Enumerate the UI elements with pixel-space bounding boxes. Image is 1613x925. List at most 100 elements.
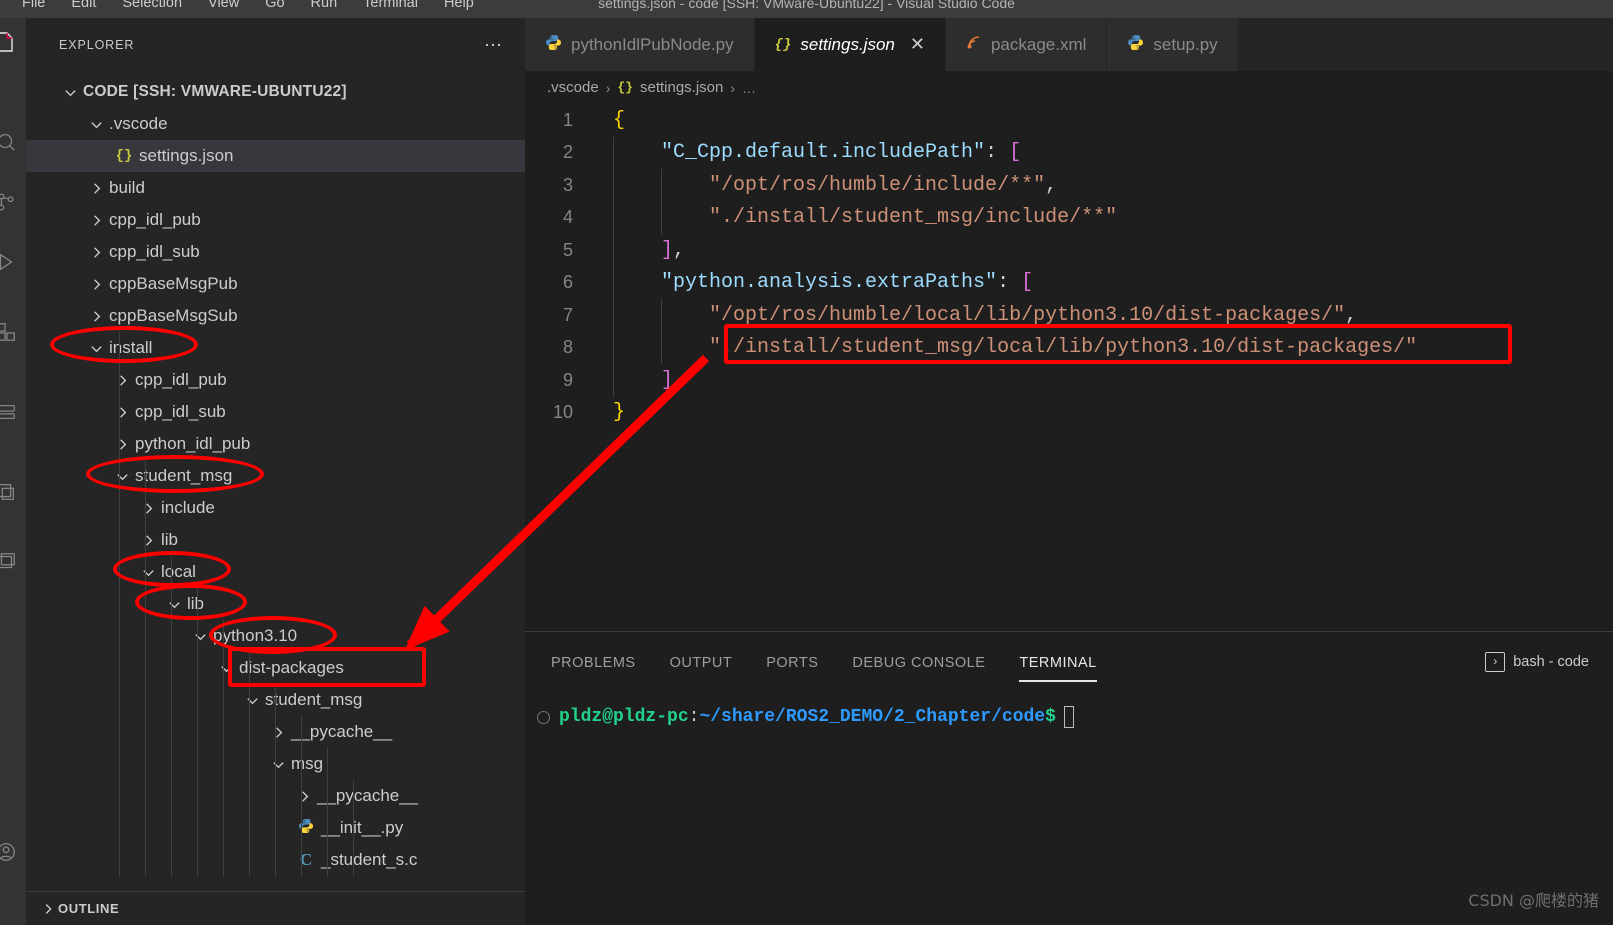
breadcrumb-separator-icon-2: ›	[730, 79, 736, 96]
close-icon[interactable]: ✕	[910, 34, 925, 55]
panel-tab-bar[interactable]: PROBLEMS OUTPUT PORTS DEBUG CONSOLE TERMINAL	[525, 646, 1613, 686]
tree-item-python3-10[interactable]: python3.10	[26, 620, 525, 652]
file-tree[interactable]: CODE [SSH: VMWARE-UBUNTU22] .vscode {} sett…	[26, 76, 525, 876]
editor-tab-bar[interactable]: pythonIdlPubNode.py {} settings.json ✕ packa…	[525, 18, 1613, 71]
terminal-body[interactable]: pldz@pldz-pc : ~/share/ROS2_DEMO/2_Chapt…	[525, 694, 1613, 925]
breadcrumb-separator-icon: ›	[605, 79, 611, 96]
chevron-down-icon[interactable]	[87, 339, 105, 357]
source-control-icon[interactable]	[0, 184, 24, 220]
chevron-right-icon[interactable]	[87, 179, 105, 197]
chevron-right-icon[interactable]	[269, 723, 287, 741]
breadcrumb[interactable]: .vscode › {} settings.json › …	[525, 71, 1613, 104]
xml-file-icon	[966, 34, 982, 55]
explorer-icon[interactable]	[0, 24, 24, 60]
editor-tab-settings-json[interactable]: {} settings.json ✕	[754, 18, 946, 71]
tree-item-cppbasemsgpub[interactable]: cppBaseMsgPub	[26, 268, 525, 300]
explorer-title: EXPLORER	[59, 38, 135, 52]
chevron-down-icon[interactable]	[61, 83, 79, 101]
chevron-down-icon[interactable]	[139, 563, 157, 581]
line-content: "/opt/ros/humble/local/lib/python3.10/di…	[597, 304, 1357, 327]
bottom-panel: PROBLEMS OUTPUT PORTS DEBUG CONSOLE TERMINAL…	[525, 632, 1613, 925]
line-number: 6	[562, 272, 573, 293]
chevron-down-icon[interactable]	[191, 627, 209, 645]
code-line[interactable]: 10}	[525, 397, 1613, 430]
chevron-right-icon[interactable]	[295, 787, 313, 805]
tree-item-label: dist-packages	[239, 658, 344, 677]
chevron-right-icon[interactable]	[139, 531, 157, 549]
panel-tab-ports[interactable]: PORTS	[766, 655, 818, 678]
breadcrumb-ellipsis[interactable]: …	[742, 80, 756, 96]
editor-tab-setup-py[interactable]: setup.py	[1107, 18, 1239, 71]
code-editor[interactable]: 1{2 "C_Cpp.default.includePath": [3 "/op…	[525, 104, 1613, 631]
testing-icon[interactable]	[0, 474, 24, 510]
tree-item-local[interactable]: local	[26, 556, 525, 588]
docker-icon[interactable]	[0, 544, 24, 580]
chevron-right-icon[interactable]	[113, 371, 131, 389]
terminal-shell-selector[interactable]: › bash - code	[1485, 652, 1589, 672]
explorer-header: EXPLORER ⋯	[26, 28, 525, 62]
code-line[interactable]: 1{	[525, 104, 1613, 137]
code-line[interactable]: 4 "./install/student_msg/include/**"	[525, 201, 1613, 234]
chevron-down-icon[interactable]	[113, 467, 131, 485]
chevron-down-icon[interactable]	[269, 755, 287, 773]
tree-item-settings-json[interactable]: {} settings.json	[26, 140, 525, 172]
breadcrumb-file[interactable]: settings.json	[640, 79, 723, 96]
code-line[interactable]: 3 "/opt/ros/humble/include/**",	[525, 169, 1613, 202]
chevron-down-icon[interactable]	[165, 595, 183, 613]
code-line[interactable]: 5 ],	[525, 234, 1613, 267]
code-line[interactable]: 6 "python.analysis.extraPaths": [	[525, 266, 1613, 299]
tree-item-include[interactable]: include	[26, 492, 525, 524]
json-file-icon: {}	[774, 36, 792, 53]
tree-item-dist-packages[interactable]: dist-packages	[26, 652, 525, 684]
tree-indent-guide	[249, 652, 250, 876]
tree-item-cppbasemsgsub[interactable]: cppBaseMsgSub	[26, 300, 525, 332]
shell-name-label[interactable]: bash - code	[1513, 654, 1589, 670]
tree-item-label: _student_s.c	[321, 850, 418, 869]
tree-item-code-ssh-vmware-ubuntu22[interactable]: CODE [SSH: VMWARE-UBUNTU22]	[26, 76, 525, 108]
tree-item-lib[interactable]: lib	[26, 588, 525, 620]
tree-item-cpp-idl-pub[interactable]: cpp_idl_pub	[26, 364, 525, 396]
chevron-down-icon[interactable]	[217, 659, 235, 677]
run-debug-icon[interactable]	[0, 244, 24, 280]
panel-tab-debug-console[interactable]: DEBUG CONSOLE	[852, 655, 985, 678]
tree-item-lib[interactable]: lib	[26, 524, 525, 556]
panel-tab-output[interactable]: OUTPUT	[670, 655, 733, 678]
tree-item-label: student_msg	[135, 466, 233, 485]
python-file-icon	[545, 34, 562, 56]
editor-tab-package-xml[interactable]: package.xml	[945, 18, 1108, 71]
tree-item-cpp-idl-sub[interactable]: cpp_idl_sub	[26, 396, 525, 428]
chevron-down-icon[interactable]	[243, 691, 261, 709]
tree-item-python-idl-pub[interactable]: python_idl_pub	[26, 428, 525, 460]
line-number: 2	[562, 142, 573, 163]
tree-item-vscode[interactable]: .vscode	[26, 108, 525, 140]
code-line[interactable]: 8 "./install/student_msg/local/lib/pytho…	[525, 331, 1613, 364]
chevron-right-icon[interactable]	[87, 243, 105, 261]
code-line[interactable]: 7 "/opt/ros/humble/local/lib/python3.10/…	[525, 299, 1613, 332]
editor-tab-pythonidlpubnode-py[interactable]: pythonIdlPubNode.py	[525, 18, 755, 71]
code-line[interactable]: 9 ],	[525, 364, 1613, 397]
chevron-down-icon[interactable]	[87, 115, 105, 133]
tree-item-install[interactable]: install	[26, 332, 525, 364]
chevron-right-icon[interactable]	[87, 307, 105, 325]
tree-item-student-msg[interactable]: student_msg	[26, 460, 525, 492]
chevron-right-icon[interactable]	[87, 275, 105, 293]
chevron-right-icon[interactable]	[113, 403, 131, 421]
extensions-icon[interactable]	[0, 314, 24, 350]
breadcrumb-folder[interactable]: .vscode	[547, 79, 599, 96]
code-line[interactable]: 2 "C_Cpp.default.includePath": [	[525, 136, 1613, 169]
tree-item-build[interactable]: build	[26, 172, 525, 204]
search-icon[interactable]	[0, 124, 24, 160]
panel-tab-terminal[interactable]: TERMINAL	[1019, 655, 1098, 682]
tree-item-cpp-idl-sub[interactable]: cpp_idl_sub	[26, 236, 525, 268]
tree-item-cpp-idl-pub[interactable]: cpp_idl_pub	[26, 204, 525, 236]
remote-explorer-icon[interactable]	[0, 394, 24, 430]
accounts-icon[interactable]	[0, 834, 24, 870]
line-number: 1	[562, 109, 573, 130]
chevron-right-icon[interactable]	[113, 435, 131, 453]
chevron-right-icon[interactable]	[87, 211, 105, 229]
outline-section[interactable]: OUTLINE	[26, 891, 525, 925]
more-actions-icon[interactable]: ⋯	[484, 36, 503, 54]
panel-tab-problems[interactable]: PROBLEMS	[551, 655, 636, 678]
chevron-right-icon[interactable]	[139, 499, 157, 517]
code-token: "C_Cpp.default.includePath"	[613, 141, 986, 165]
